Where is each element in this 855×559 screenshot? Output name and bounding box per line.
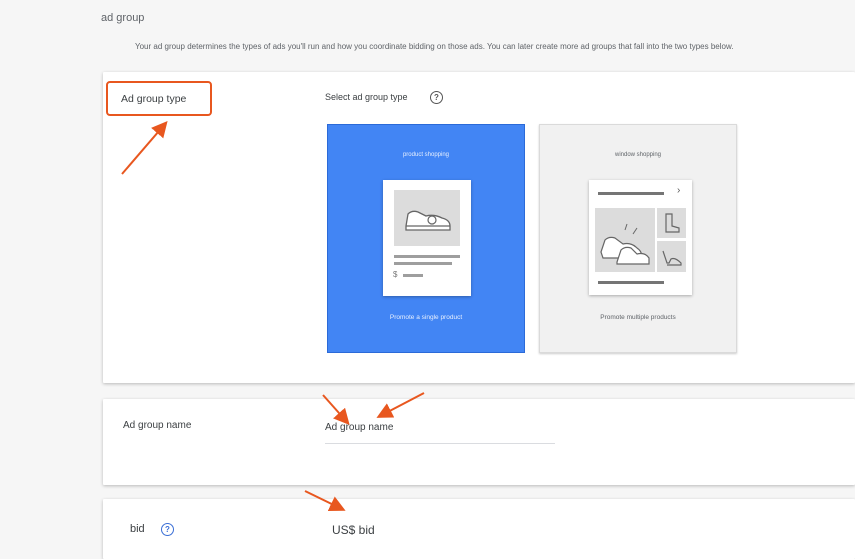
section-description: Your ad group determines the types of ad…	[135, 42, 734, 51]
window-illustration: ›	[589, 180, 692, 295]
product-shopping-caption: Promote a single product	[389, 314, 463, 321]
shoe-image-area	[394, 190, 460, 246]
ad-group-name-card: Ad group name Ad group name	[103, 399, 855, 485]
window-shopping-option[interactable]: window shopping › Promote multiple produ…	[539, 124, 737, 353]
ad-group-name-label: Ad group name	[123, 420, 192, 431]
text-bar	[394, 262, 452, 265]
sneaker-icon	[600, 223, 650, 265]
bid-label: bid	[130, 523, 145, 535]
bid-help-icon[interactable]: ?	[161, 523, 174, 536]
window-shopping-title: window shopping	[614, 152, 662, 158]
boot-tile	[657, 208, 686, 238]
select-ad-group-type-label: Select ad group type	[325, 92, 408, 102]
price-symbol: $	[393, 270, 398, 279]
help-icon[interactable]: ?	[430, 91, 443, 104]
section-title: ad group	[101, 12, 145, 24]
ad-group-name-underline	[325, 443, 555, 444]
text-bar	[394, 255, 460, 258]
text-bar	[598, 192, 664, 195]
price-bar	[403, 274, 423, 277]
window-shopping-caption: Promote multiple products	[600, 314, 676, 321]
product-shopping-title: product shopping	[402, 152, 450, 158]
multi-shoe-area	[595, 208, 655, 272]
ad-group-name-input[interactable]: Ad group name	[325, 422, 393, 433]
product-shopping-option[interactable]: product shopping $ Promote a single prod…	[327, 124, 525, 353]
ad-group-type-label: Ad group type	[121, 93, 187, 105]
boot-icon	[665, 213, 680, 233]
chevron-right-icon: ›	[677, 185, 681, 196]
product-illustration: $	[383, 180, 471, 296]
bid-card: bid ? US$ bid	[103, 499, 855, 559]
sneaker-icon	[405, 210, 451, 231]
text-bar	[598, 281, 664, 284]
heel-tile	[657, 241, 686, 272]
heel-icon	[662, 250, 682, 266]
ad-group-type-card: Ad group type Select ad group type ? pro…	[103, 72, 855, 383]
